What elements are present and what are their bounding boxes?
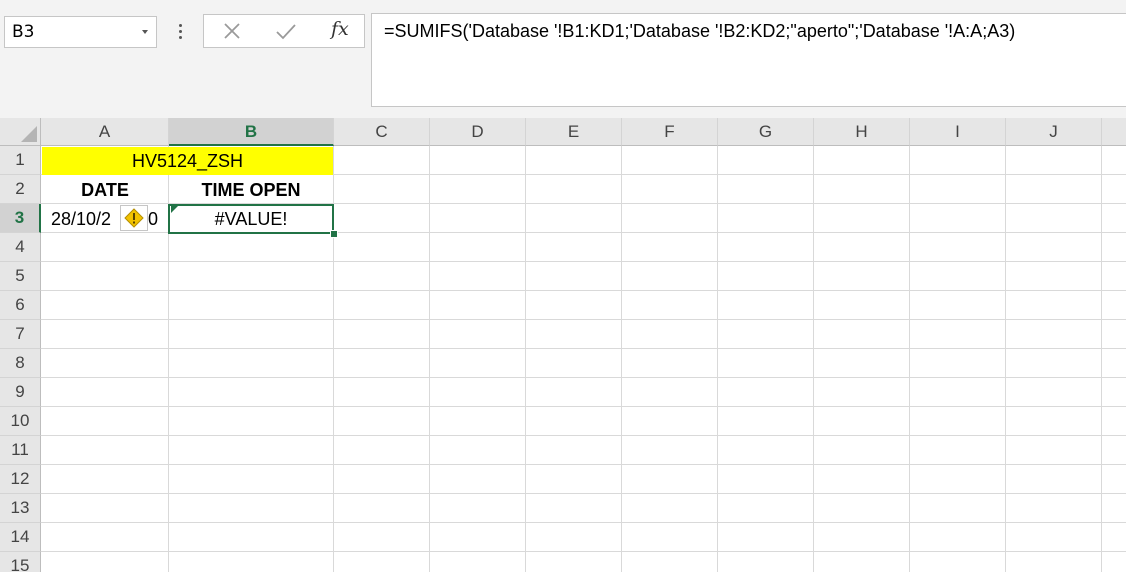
cell-a3[interactable]: 28/10/2 0 bbox=[42, 205, 168, 233]
row-header-13[interactable]: 13 bbox=[0, 494, 41, 523]
gridline bbox=[41, 435, 1126, 436]
select-all-button[interactable] bbox=[0, 118, 41, 146]
row-header-12[interactable]: 12 bbox=[0, 465, 41, 494]
enter-button[interactable] bbox=[266, 15, 306, 47]
cancel-button[interactable] bbox=[212, 15, 252, 47]
column-header-c[interactable]: C bbox=[334, 118, 430, 146]
gridline bbox=[333, 146, 334, 572]
gridline bbox=[813, 146, 814, 572]
select-all-icon bbox=[21, 126, 37, 142]
gridline bbox=[41, 319, 1126, 320]
row-header-5[interactable]: 5 bbox=[0, 262, 41, 291]
gridline bbox=[41, 290, 1126, 291]
column-header-k[interactable] bbox=[1102, 118, 1126, 146]
fx-icon: fx bbox=[331, 18, 349, 40]
row-header-2[interactable]: 2 bbox=[0, 175, 41, 204]
name-box[interactable]: B3 bbox=[4, 16, 157, 48]
column-header-g[interactable]: G bbox=[718, 118, 814, 146]
formula-buttons: fx bbox=[203, 14, 365, 48]
gridline bbox=[41, 377, 1126, 378]
cell-b2[interactable]: TIME OPEN bbox=[169, 176, 333, 204]
chevron-down-icon[interactable] bbox=[142, 30, 148, 34]
row-header-11[interactable]: 11 bbox=[0, 436, 41, 465]
column-header-i[interactable]: I bbox=[910, 118, 1006, 146]
worksheet-grid: A B C D E F G H I J 1 2 3 4 5 6 7 8 9 10… bbox=[0, 118, 1126, 572]
gridline bbox=[1005, 146, 1006, 572]
row-header-10[interactable]: 10 bbox=[0, 407, 41, 436]
cell-a1-merged[interactable]: HV5124_ZSH bbox=[42, 147, 333, 175]
column-header-e[interactable]: E bbox=[526, 118, 622, 146]
cell-b3[interactable]: #VALUE! bbox=[169, 205, 333, 233]
gridline bbox=[41, 493, 1126, 494]
gridline bbox=[525, 146, 526, 572]
column-header-j[interactable]: J bbox=[1006, 118, 1102, 146]
gridline bbox=[41, 551, 1126, 552]
warning-icon bbox=[124, 208, 144, 228]
insert-function-button[interactable]: fx bbox=[320, 15, 360, 47]
formula-bar-area: B3 fx =SUMIFS('Database '!B1:KD1;'Databa… bbox=[0, 0, 1126, 118]
cell-a3-text: 28/10/2 bbox=[51, 209, 112, 229]
row-header-3[interactable]: 3 bbox=[0, 204, 41, 233]
gridline bbox=[41, 522, 1126, 523]
row-header-14[interactable]: 14 bbox=[0, 523, 41, 552]
check-icon bbox=[276, 24, 296, 40]
formula-input[interactable]: =SUMIFS('Database '!B1:KD1;'Database '!B… bbox=[371, 13, 1126, 107]
gridline bbox=[717, 146, 718, 572]
cell-a3-text-tail: 0 bbox=[148, 209, 159, 229]
row-header-4[interactable]: 4 bbox=[0, 233, 41, 262]
gridline bbox=[621, 146, 622, 572]
gridline bbox=[41, 464, 1126, 465]
cancel-icon bbox=[224, 23, 240, 39]
more-options-icon[interactable] bbox=[174, 22, 186, 42]
column-header-h[interactable]: H bbox=[814, 118, 910, 146]
gridline bbox=[429, 146, 430, 572]
row-header-6[interactable]: 6 bbox=[0, 291, 41, 320]
formula-text: =SUMIFS('Database '!B1:KD1;'Database '!B… bbox=[384, 21, 1016, 41]
row-header-7[interactable]: 7 bbox=[0, 320, 41, 349]
column-header-f[interactable]: F bbox=[622, 118, 718, 146]
gridline bbox=[1101, 146, 1102, 572]
gridline bbox=[41, 406, 1126, 407]
column-header-d[interactable]: D bbox=[430, 118, 526, 146]
name-box-value: B3 bbox=[12, 22, 35, 42]
column-header-a[interactable]: A bbox=[41, 118, 169, 146]
row-header-15[interactable]: 15 bbox=[0, 552, 41, 572]
fill-handle[interactable] bbox=[330, 230, 338, 238]
gridline bbox=[41, 348, 1126, 349]
gridline bbox=[41, 261, 1126, 262]
row-header-1[interactable]: 1 bbox=[0, 146, 41, 175]
error-indicator-icon bbox=[171, 206, 178, 213]
row-header-9[interactable]: 9 bbox=[0, 378, 41, 407]
gridline bbox=[909, 146, 910, 572]
error-check-button[interactable] bbox=[120, 205, 148, 231]
row-header-8[interactable]: 8 bbox=[0, 349, 41, 378]
column-header-b[interactable]: B bbox=[169, 118, 334, 146]
cell-a2[interactable]: DATE bbox=[42, 176, 168, 204]
